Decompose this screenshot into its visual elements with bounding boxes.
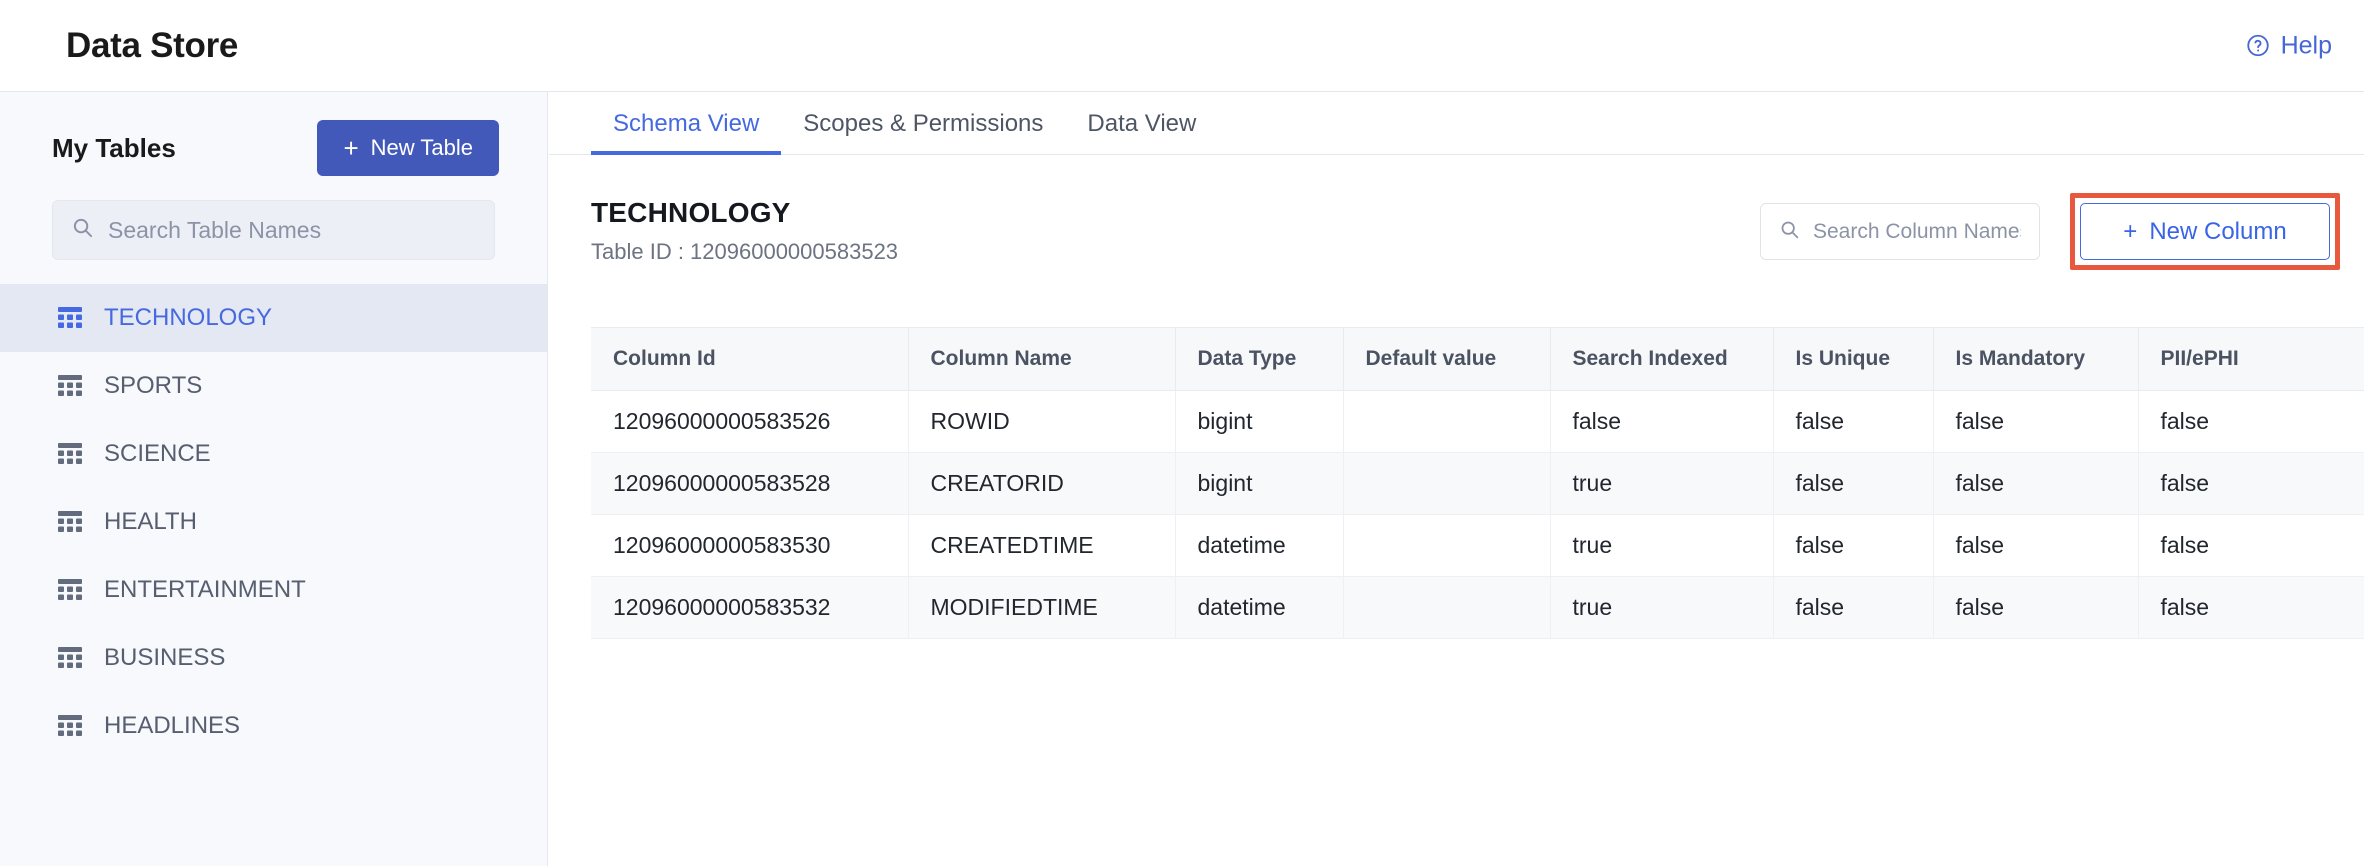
column-header: PII/ePHI bbox=[2138, 328, 2364, 391]
column-header: Is Mandatory bbox=[1933, 328, 2138, 391]
sidebar-item-label: TECHNOLOGY bbox=[104, 304, 272, 332]
new-table-button[interactable]: + New Table bbox=[317, 120, 499, 176]
sidebar-item-label: BUSINESS bbox=[104, 644, 225, 672]
table-cell: 12096000000583532 bbox=[591, 577, 908, 639]
table-cell: false bbox=[2138, 391, 2364, 453]
search-table-names-input[interactable] bbox=[108, 217, 476, 244]
table-cell: false bbox=[1773, 391, 1933, 453]
table-grid-icon bbox=[58, 511, 82, 533]
question-circle-icon bbox=[2245, 33, 2271, 59]
table-row[interactable]: 12096000000583528CREATORIDbiginttruefals… bbox=[591, 453, 2364, 515]
schema-table-head: Column IdColumn NameData TypeDefault val… bbox=[591, 328, 2364, 391]
table-header-row: Column IdColumn NameData TypeDefault val… bbox=[591, 328, 2364, 391]
sidebar-item-science[interactable]: SCIENCE bbox=[0, 420, 547, 488]
schema-header: TECHNOLOGY Table ID : 12096000000583523 … bbox=[549, 155, 2364, 283]
tab-scopes-permissions[interactable]: Scopes & Permissions bbox=[781, 110, 1065, 154]
sidebar: My Tables + New Table TECHNOLOGY SPORTS SC… bbox=[0, 92, 548, 866]
search-icon bbox=[71, 216, 94, 244]
new-column-label: New Column bbox=[2149, 218, 2286, 246]
table-list: TECHNOLOGY SPORTS SCIENCE HEALTH ENTERTAINME… bbox=[0, 284, 547, 760]
sidebar-item-entertainment[interactable]: ENTERTAINMENT bbox=[0, 556, 547, 624]
table-cell: datetime bbox=[1175, 577, 1343, 639]
schema-table: Column IdColumn NameData TypeDefault val… bbox=[591, 327, 2364, 639]
search-column-names-input[interactable] bbox=[1813, 220, 2021, 244]
sidebar-item-business[interactable]: BUSINESS bbox=[0, 624, 547, 692]
new-table-label: New Table bbox=[371, 135, 473, 161]
sidebar-header: My Tables + New Table bbox=[0, 92, 547, 176]
sidebar-item-sports[interactable]: SPORTS bbox=[0, 352, 547, 420]
table-grid-icon bbox=[58, 375, 82, 397]
table-cell: bigint bbox=[1175, 453, 1343, 515]
my-tables-label: My Tables bbox=[52, 133, 176, 164]
table-cell: bigint bbox=[1175, 391, 1343, 453]
tab-schema-view[interactable]: Schema View bbox=[591, 110, 781, 154]
sidebar-item-technology[interactable]: TECHNOLOGY bbox=[0, 284, 547, 352]
table-cell: MODIFIEDTIME bbox=[908, 577, 1175, 639]
table-cell: true bbox=[1550, 453, 1773, 515]
plus-icon: + bbox=[343, 135, 358, 161]
column-header: Data Type bbox=[1175, 328, 1343, 391]
table-cell bbox=[1343, 391, 1550, 453]
table-grid-icon bbox=[58, 579, 82, 601]
table-cell: false bbox=[1550, 391, 1773, 453]
table-cell: false bbox=[2138, 515, 2364, 577]
sidebar-item-label: SCIENCE bbox=[104, 440, 211, 468]
table-grid-icon bbox=[58, 715, 82, 737]
column-header: Column Name bbox=[908, 328, 1175, 391]
schema-header-actions: + New Column bbox=[1760, 193, 2340, 270]
plus-icon: + bbox=[2123, 218, 2137, 246]
table-cell: false bbox=[2138, 453, 2364, 515]
table-cell: true bbox=[1550, 577, 1773, 639]
search-columns-container[interactable] bbox=[1760, 203, 2040, 260]
tab-data-view[interactable]: Data View bbox=[1065, 110, 1218, 154]
table-cell: false bbox=[1773, 453, 1933, 515]
main-panel: Schema ViewScopes & PermissionsData View… bbox=[549, 92, 2364, 866]
search-tables-container[interactable] bbox=[52, 200, 495, 260]
view-tabs: Schema ViewScopes & PermissionsData View bbox=[549, 92, 2364, 155]
table-grid-icon bbox=[58, 647, 82, 669]
table-cell bbox=[1343, 515, 1550, 577]
help-link[interactable]: Help bbox=[2245, 31, 2332, 60]
new-column-button[interactable]: + New Column bbox=[2080, 203, 2330, 260]
table-row[interactable]: 12096000000583532MODIFIEDTIMEdatetime tru… bbox=[591, 577, 2364, 639]
table-cell: false bbox=[1773, 515, 1933, 577]
search-icon bbox=[1779, 219, 1800, 245]
column-header: Column Id bbox=[591, 328, 908, 391]
sidebar-item-health[interactable]: HEALTH bbox=[0, 488, 547, 556]
sidebar-item-headlines[interactable]: HEADLINES bbox=[0, 692, 547, 760]
sidebar-item-label: HEALTH bbox=[104, 508, 197, 536]
sidebar-item-label: SPORTS bbox=[104, 372, 202, 400]
table-cell: 12096000000583526 bbox=[591, 391, 908, 453]
table-cell: false bbox=[1933, 453, 2138, 515]
table-cell: ROWID bbox=[908, 391, 1175, 453]
sidebar-item-label: HEADLINES bbox=[104, 712, 240, 740]
table-grid-icon bbox=[58, 307, 82, 329]
sidebar-item-label: ENTERTAINMENT bbox=[104, 576, 306, 604]
table-cell: CREATORID bbox=[908, 453, 1175, 515]
table-row[interactable]: 12096000000583530CREATEDTIMEdatetime true… bbox=[591, 515, 2364, 577]
table-cell: CREATEDTIME bbox=[908, 515, 1175, 577]
table-cell: 12096000000583528 bbox=[591, 453, 908, 515]
schema-table-body: 12096000000583526ROWIDbigintfalsefalsefa… bbox=[591, 391, 2364, 639]
help-label: Help bbox=[2281, 31, 2332, 60]
table-cell: 12096000000583530 bbox=[591, 515, 908, 577]
page-title: Data Store bbox=[66, 26, 238, 66]
column-header: Search Indexed bbox=[1550, 328, 1773, 391]
table-cell: false bbox=[1773, 577, 1933, 639]
table-cell: false bbox=[1933, 515, 2138, 577]
table-cell bbox=[1343, 577, 1550, 639]
new-column-highlight-box: + New Column bbox=[2070, 193, 2340, 270]
column-header: Default value bbox=[1343, 328, 1550, 391]
table-row[interactable]: 12096000000583526ROWIDbigintfalsefalsefa… bbox=[591, 391, 2364, 453]
table-cell: true bbox=[1550, 515, 1773, 577]
table-cell bbox=[1343, 453, 1550, 515]
table-cell: false bbox=[1933, 391, 2138, 453]
column-header: Is Unique bbox=[1773, 328, 1933, 391]
table-cell: datetime bbox=[1175, 515, 1343, 577]
table-grid-icon bbox=[58, 443, 82, 465]
app-header: Data Store Help bbox=[0, 0, 2364, 92]
table-cell: false bbox=[2138, 577, 2364, 639]
table-cell: false bbox=[1933, 577, 2138, 639]
